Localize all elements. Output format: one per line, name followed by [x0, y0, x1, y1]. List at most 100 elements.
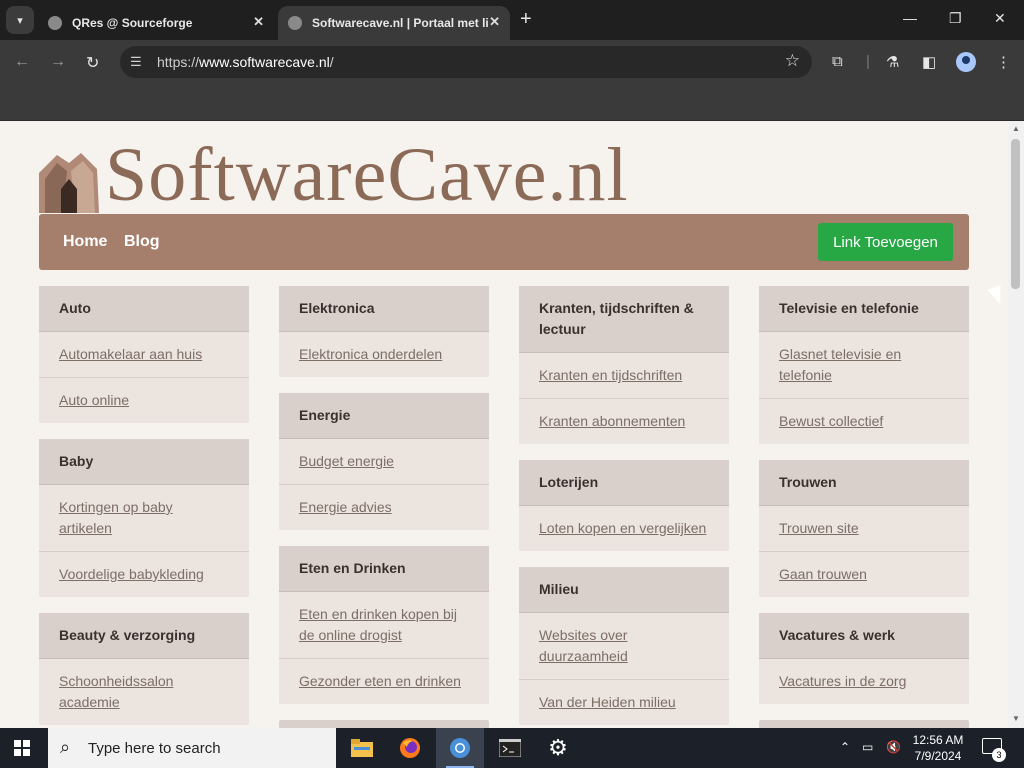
list-item: Van der Heiden milieu — [519, 680, 729, 725]
category-title: Auto — [39, 286, 249, 332]
bookmark-star-icon[interactable]: ☆ — [785, 51, 800, 71]
main-nav: Home Blog Link Toevoegen — [39, 214, 969, 270]
category-link[interactable]: Auto online — [59, 392, 129, 408]
list-item: Bewust collectief — [759, 399, 969, 444]
category-link[interactable]: Vacatures in de zorg — [779, 673, 906, 689]
list-item: Kranten abonnementen — [519, 399, 729, 444]
category-link[interactable]: Energie advies — [299, 499, 392, 515]
category-card: Beauty & verzorging Schoonheidssalon aca… — [39, 613, 249, 725]
web-page: SoftwareCave.nl Home Blog Link Toevoegen… — [0, 121, 1008, 728]
reload-icon[interactable]: ↻ — [86, 53, 99, 73]
restore-icon[interactable]: ❐ — [949, 10, 962, 27]
category-card: Televisie en telefonie Glasnet televisie… — [759, 286, 969, 444]
category-link[interactable]: Automakelaar aan huis — [59, 346, 202, 362]
category-column: Televisie en telefonie Glasnet televisie… — [759, 286, 969, 728]
close-icon[interactable]: ✕ — [489, 14, 500, 30]
url-text[interactable]: https://www.softwarecave.nl/ — [157, 54, 334, 70]
category-link[interactable]: Websites over duurzaamheid — [539, 627, 628, 664]
list-item: Gaan trouwen — [759, 552, 969, 597]
network-icon[interactable]: ▭ — [862, 740, 873, 754]
list-item: Loten kopen en vergelijken — [519, 506, 729, 551]
scroll-down-icon[interactable]: ▼ — [1012, 714, 1020, 723]
category-link[interactable]: Loten kopen en vergelijken — [539, 520, 706, 536]
list-item: Websites over duurzaamheid — [519, 613, 729, 680]
add-link-button[interactable]: Link Toevoegen — [818, 223, 953, 261]
volume-muted-icon[interactable]: 🔇 — [886, 740, 901, 754]
list-item: Kranten en tijdschriften — [519, 353, 729, 399]
nav-home-link[interactable]: Home — [63, 233, 107, 251]
globe-icon — [288, 16, 302, 30]
globe-icon — [48, 16, 62, 30]
tab-softwarecave[interactable]: Softwarecave.nl | Portaal met li ✕ — [278, 6, 510, 40]
close-icon[interactable]: ✕ — [253, 14, 264, 30]
address-bar[interactable]: ☰ https://www.softwarecave.nl/ ☆ — [120, 46, 812, 78]
category-title: Energie — [279, 393, 489, 439]
category-title: Milieu — [519, 567, 729, 613]
list-item: Budget energie — [279, 439, 489, 485]
category-link[interactable]: Van der Heiden milieu — [539, 694, 676, 710]
category-link[interactable]: Voordelige babykleding — [59, 566, 204, 582]
category-card-partial — [759, 720, 969, 728]
category-link[interactable]: Gaan trouwen — [779, 566, 867, 582]
profile-avatar[interactable] — [956, 52, 976, 72]
site-info-icon[interactable]: ☰ — [130, 54, 142, 70]
category-card: Loterijen Loten kopen en vergelijken — [519, 460, 729, 551]
category-link[interactable]: Eten en drinken kopen bij de online drog… — [299, 606, 457, 643]
category-link[interactable]: Glasnet televisie en telefonie — [779, 346, 901, 383]
chevron-up-icon[interactable]: ⌃ — [840, 740, 850, 754]
category-link[interactable]: Elektronica onderdelen — [299, 346, 442, 362]
scrollbar-thumb[interactable] — [1011, 139, 1020, 289]
category-title: Elektronica — [279, 286, 489, 332]
category-link[interactable]: Kortingen op baby artikelen — [59, 499, 173, 536]
category-link[interactable]: Kranten en tijdschriften — [539, 367, 682, 383]
category-link[interactable]: Schoonheidssalon academie — [59, 673, 173, 710]
category-card: Baby Kortingen op baby artikelen Voordel… — [39, 439, 249, 597]
tab-strip: ▾ QRes @ Sourceforge ✕ Softwarecave.nl |… — [0, 0, 1024, 40]
category-card: Vacatures & werk Vacatures in de zorg — [759, 613, 969, 704]
category-link[interactable]: Gezonder eten en drinken — [299, 673, 461, 689]
system-clock[interactable]: 12:56 AM 7/9/2024 — [906, 732, 970, 764]
site-logo[interactable]: SoftwareCave.nl — [39, 133, 629, 213]
category-title: Eten en Drinken — [279, 546, 489, 592]
category-title: Televisie en telefonie — [759, 286, 969, 332]
bookmarks-bar — [0, 86, 1024, 121]
category-card: Auto Automakelaar aan huis Auto online — [39, 286, 249, 423]
logo-text: SoftwareCave.nl — [105, 133, 629, 217]
list-item: Energie advies — [279, 485, 489, 530]
taskbar-search[interactable]: ⌕ Type here to search — [48, 728, 336, 768]
chevron-down-icon: ▾ — [17, 14, 23, 27]
scroll-up-icon[interactable]: ▲ — [1012, 124, 1020, 133]
category-link[interactable]: Budget energie — [299, 453, 394, 469]
windows-start-icon[interactable] — [14, 740, 30, 756]
category-link[interactable]: Trouwen site — [779, 520, 859, 536]
labs-flask-icon[interactable]: ⚗ — [886, 53, 899, 71]
chrome-icon[interactable] — [436, 728, 484, 768]
tab-qres[interactable]: QRes @ Sourceforge ✕ — [38, 6, 274, 40]
category-card: Elektronica Elektronica onderdelen — [279, 286, 489, 377]
settings-gear-icon[interactable]: ⚙ — [534, 728, 582, 768]
forward-icon[interactable]: → — [50, 53, 66, 71]
page-scrollbar[interactable]: ▲ ▼ — [1008, 121, 1024, 728]
search-placeholder: Type here to search — [88, 740, 221, 757]
side-panel-icon[interactable]: ◧ — [922, 53, 936, 71]
menu-kebab-icon[interactable]: ⋮ — [996, 53, 1011, 71]
category-link[interactable]: Bewust collectief — [779, 413, 883, 429]
firefox-icon[interactable] — [386, 728, 434, 768]
notification-count-badge: 3 — [992, 748, 1006, 762]
category-column: Elektronica Elektronica onderdelen Energ… — [279, 286, 489, 728]
window-close-icon[interactable]: ✕ — [994, 10, 1006, 27]
browser-toolbar: ← → ↻ ☰ https://www.softwarecave.nl/ ☆ ⧉… — [0, 40, 1024, 86]
extensions-icon[interactable]: ⧉ — [832, 53, 843, 70]
terminal-icon[interactable] — [486, 728, 534, 768]
tab-search-button[interactable]: ▾ — [6, 6, 34, 34]
clock-date: 7/9/2024 — [914, 749, 962, 763]
minimize-icon[interactable]: — — [903, 10, 917, 26]
category-column: Kranten, tijdschriften & lectuur Kranten… — [519, 286, 729, 728]
category-link[interactable]: Kranten abonnementen — [539, 413, 685, 429]
back-icon[interactable]: ← — [14, 53, 30, 71]
category-title: Trouwen — [759, 460, 969, 506]
clock-time: 12:56 AM — [912, 733, 964, 747]
file-explorer-icon[interactable] — [338, 728, 386, 768]
nav-blog-link[interactable]: Blog — [124, 233, 160, 251]
new-tab-icon[interactable]: + — [520, 8, 532, 31]
